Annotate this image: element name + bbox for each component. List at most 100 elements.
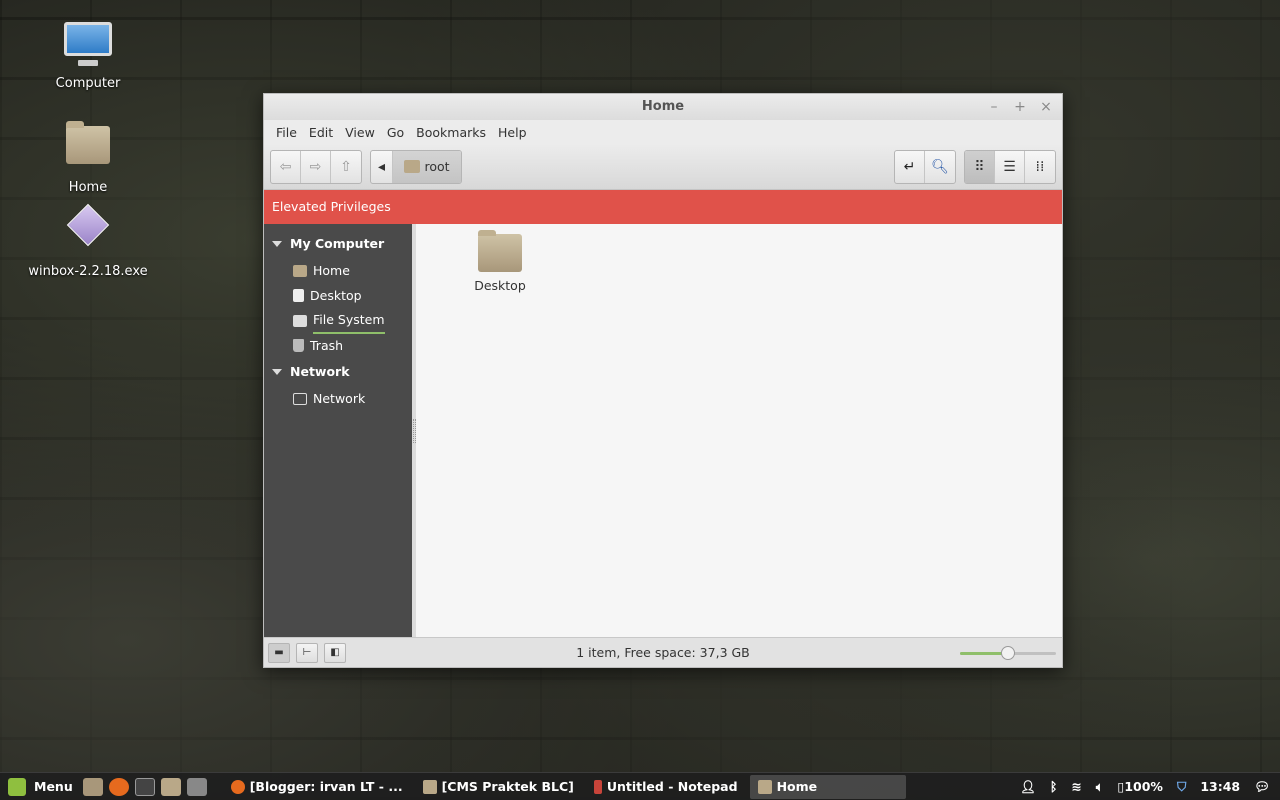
file-item-desktop[interactable]: Desktop [472,230,528,293]
close-button[interactable]: × [1038,94,1054,120]
hide-sidebar-button[interactable]: ◧ [324,642,346,663]
location-toggle-button[interactable]: ↵ [895,150,925,183]
sidebar-item-label: Home [313,263,350,278]
menu-bookmarks[interactable]: Bookmarks [410,125,492,140]
network-icon [293,392,307,405]
task-cms-praktek[interactable]: [CMS Praktek BLC] [415,775,582,799]
executable-icon [64,203,112,258]
icon-view-button[interactable]: ⠿ [965,150,995,183]
list-view-icon: ☰ [1003,158,1016,175]
tree-icon: ⊢ [302,646,312,658]
compact-view-icon: ⁞⁞ [1035,158,1045,175]
battery-indicator[interactable]: ▯100% [1117,779,1163,794]
task-label: [Blogger: irvan LT - ... [249,779,403,794]
tool-buttons: ↵ 🔍︎ [894,149,956,184]
notifications-icon[interactable]: 💬︎ [1254,779,1270,795]
desktop-icon-winbox[interactable]: winbox-2.2.18.exe [23,200,153,279]
document-icon [293,289,304,302]
window-title: Home [641,99,685,114]
sidebar-item-label: Trash [310,338,344,353]
clock[interactable]: 13:48 [1200,779,1240,794]
show-desktop-icon[interactable] [82,777,103,796]
path-crumb-label: root [424,159,450,174]
sidebar-item-network[interactable]: Network [264,386,412,411]
user-icon[interactable]: 👤︎ [1020,779,1036,795]
trash-icon [293,339,304,352]
sidebar-heading-label: My Computer [290,236,385,251]
back-button[interactable]: ⇦ [271,150,301,183]
mint-logo-icon [8,777,26,796]
screenshot-icon[interactable] [186,777,207,796]
desktop-icon-label: Computer [55,76,121,91]
menu-button[interactable]: Menu [0,777,83,796]
folder-icon [422,779,437,794]
back-arrow-icon: ⇦ [279,158,292,175]
file-view[interactable]: Desktop [416,224,1062,637]
zoom-slider[interactable] [960,646,1056,660]
search-icon: 🔍︎ [931,158,949,175]
list-view-button[interactable]: ☰ [995,150,1025,183]
zoom-slider-handle[interactable] [1001,646,1015,660]
minimize-button[interactable]: – [986,94,1002,120]
files-icon[interactable] [160,777,181,796]
menu-file[interactable]: File [270,125,303,140]
system-tray: 👤︎ ᛒ ≋ 🔈︎ ▯100% ⛉ 13:48 💬︎ [1020,779,1280,795]
file-manager-window: Home – + × File Edit View Go Bookmarks H… [263,93,1063,668]
computer-icon [64,22,112,70]
status-text: 1 item, Free space: 37,3 GB [576,645,750,660]
nav-buttons: ⇦ ⇨ ⇧ [270,149,362,184]
drive-icon [293,314,307,327]
statusbar: ▬ ⊢ ◧ 1 item, Free space: 37,3 GB [264,637,1062,667]
task-label: Untitled - Notepad [606,779,738,794]
taskbar: Menu [Blogger: irvan LT - ... [CMS Prakt… [0,772,1280,800]
task-blogger[interactable]: [Blogger: irvan LT - ... [223,775,411,799]
home-folder-icon [293,264,307,277]
sidebar-item-label: Desktop [310,288,362,303]
sidebar: My Computer Home Desktop File System Tra… [264,224,416,637]
desktop-icon-computer[interactable]: Computer [23,20,153,91]
volume-icon[interactable]: 🔈︎ [1096,779,1104,795]
task-label: [CMS Praktek BLC] [441,779,574,794]
compact-view-button[interactable]: ⁞⁞ [1025,151,1055,183]
notepad-icon [593,779,602,794]
menu-help[interactable]: Help [492,125,533,140]
menu-go[interactable]: Go [381,125,410,140]
search-button[interactable]: 🔍︎ [925,151,955,183]
window-titlebar[interactable]: Home – + × [264,94,1062,120]
sidebar-item-home[interactable]: Home [264,258,412,283]
forward-button[interactable]: ⇨ [301,150,331,183]
task-home[interactable]: Home [749,774,906,799]
menu-view[interactable]: View [339,125,381,140]
wifi-icon[interactable]: ≋ [1071,779,1081,794]
path-crumb-root[interactable]: root [393,150,461,183]
firefox-icon [230,779,245,794]
sidebar-heading-my-computer[interactable]: My Computer [264,230,412,258]
triangle-left-icon: ◂ [377,158,386,175]
firefox-icon[interactable] [108,777,129,796]
sidebar-toggle-icon: ◧ [330,646,340,658]
task-notepad[interactable]: Untitled - Notepad [586,775,746,799]
desktop-icon-home[interactable]: Home [23,120,153,195]
sidebar-item-label: File System [313,307,385,334]
up-arrow-icon: ⇧ [340,158,352,175]
show-places-button[interactable]: ▬ [268,642,290,663]
sidebar-item-label: Network [313,391,366,406]
folder-icon [757,779,772,794]
grid-view-icon: ⠿ [974,158,985,175]
path-left-button[interactable]: ◂ [371,150,393,183]
menu-edit[interactable]: Edit [303,125,339,140]
view-buttons: ⠿ ☰ ⁞⁞ [964,149,1056,184]
sidebar-heading-network[interactable]: Network [264,358,412,386]
sidebar-heading-label: Network [290,364,350,379]
bluetooth-icon[interactable]: ᛒ [1050,779,1058,794]
desktop-icon-label: winbox-2.2.18.exe [28,264,148,279]
terminal-icon[interactable] [134,777,155,796]
shield-icon[interactable]: ⛉ [1177,779,1186,795]
sidebar-item-file-system[interactable]: File System [264,307,412,334]
show-tree-button[interactable]: ⊢ [296,642,318,663]
up-button[interactable]: ⇧ [331,151,361,183]
maximize-button[interactable]: + [1012,94,1028,120]
expander-icon [272,241,282,247]
sidebar-item-trash[interactable]: Trash [264,333,412,358]
sidebar-item-desktop[interactable]: Desktop [264,283,412,308]
